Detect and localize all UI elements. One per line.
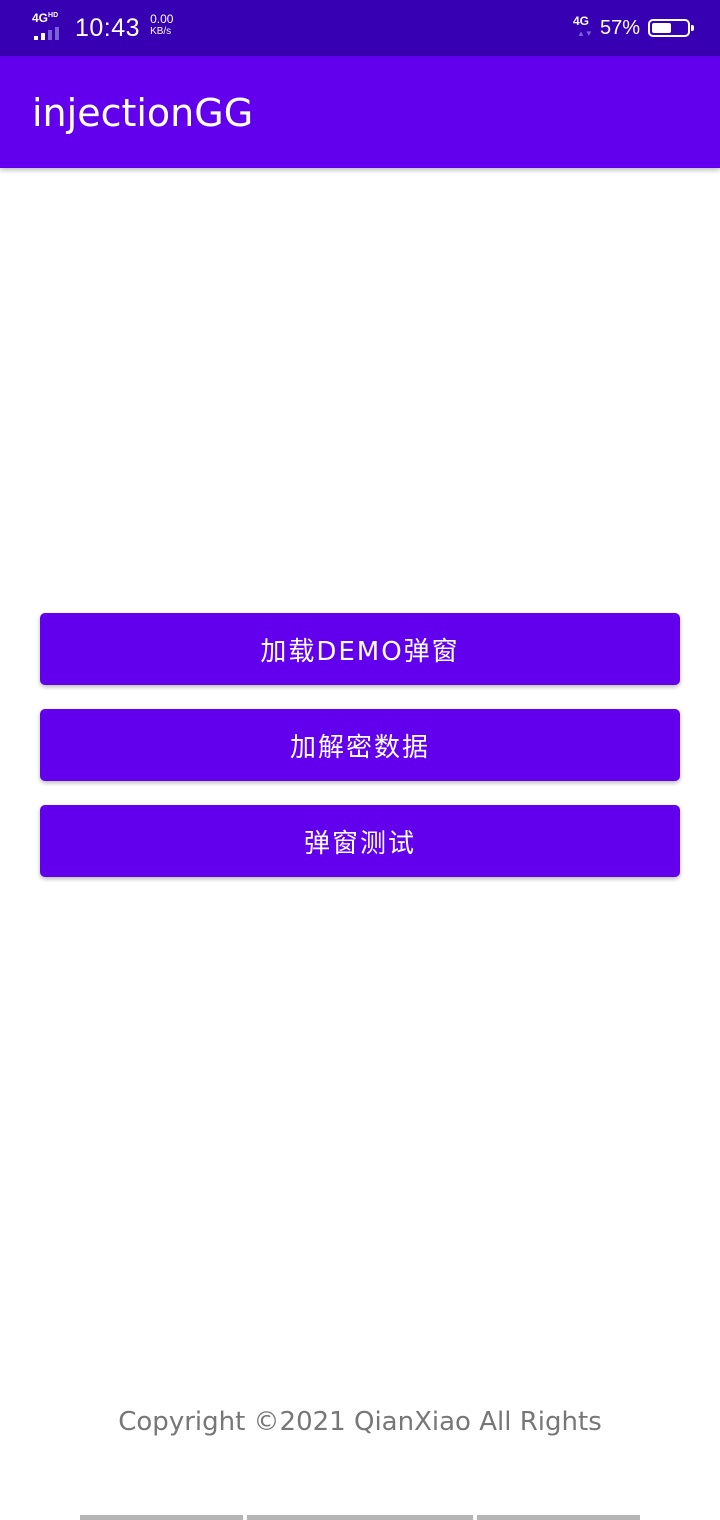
status-bar-left: 4GHD 10:43 0.00 KB/s — [32, 12, 173, 44]
signal-bars-icon — [34, 27, 59, 40]
network-speed: 0.00 KB/s — [150, 12, 173, 38]
network-type-right: 4G — [572, 14, 589, 28]
battery-fill — [652, 23, 671, 33]
status-bar-right: 4G ▲▼ 57% — [573, 14, 694, 42]
navigation-gesture-bar[interactable] — [80, 1515, 640, 1520]
app-bar: injectionGG — [0, 56, 720, 168]
network-speed-unit: KB/s — [150, 26, 172, 37]
status-bar: 4GHD 10:43 0.00 KB/s 4G ▲▼ 57% — [0, 0, 720, 56]
load-demo-popup-button[interactable]: 加载DEMO弹窗 — [40, 613, 680, 685]
copyright-text: Copyright ©2021 QianXiao All Rights — [118, 1407, 602, 1437]
clock: 10:43 — [75, 14, 141, 42]
network-type-label: 4GHD — [32, 12, 58, 24]
cellular-signal-icon: 4GHD — [32, 12, 64, 40]
popup-test-button[interactable]: 弹窗测试 — [40, 805, 680, 877]
network-type-text: 4G — [32, 11, 49, 25]
app-screen: 4GHD 10:43 0.00 KB/s 4G ▲▼ 57% injection… — [0, 0, 720, 1520]
battery-percent: 57% — [599, 17, 640, 39]
mobile-data-icon: 4G ▲▼ — [573, 15, 595, 41]
app-title: injectionGG — [32, 91, 254, 135]
battery-icon — [648, 19, 694, 37]
encrypt-decrypt-data-button[interactable]: 加解密数据 — [40, 709, 680, 781]
network-hd-label: HD — [48, 12, 59, 19]
network-speed-value: 0.00 — [150, 12, 174, 26]
data-arrows-icon: ▲▼ — [576, 29, 593, 38]
